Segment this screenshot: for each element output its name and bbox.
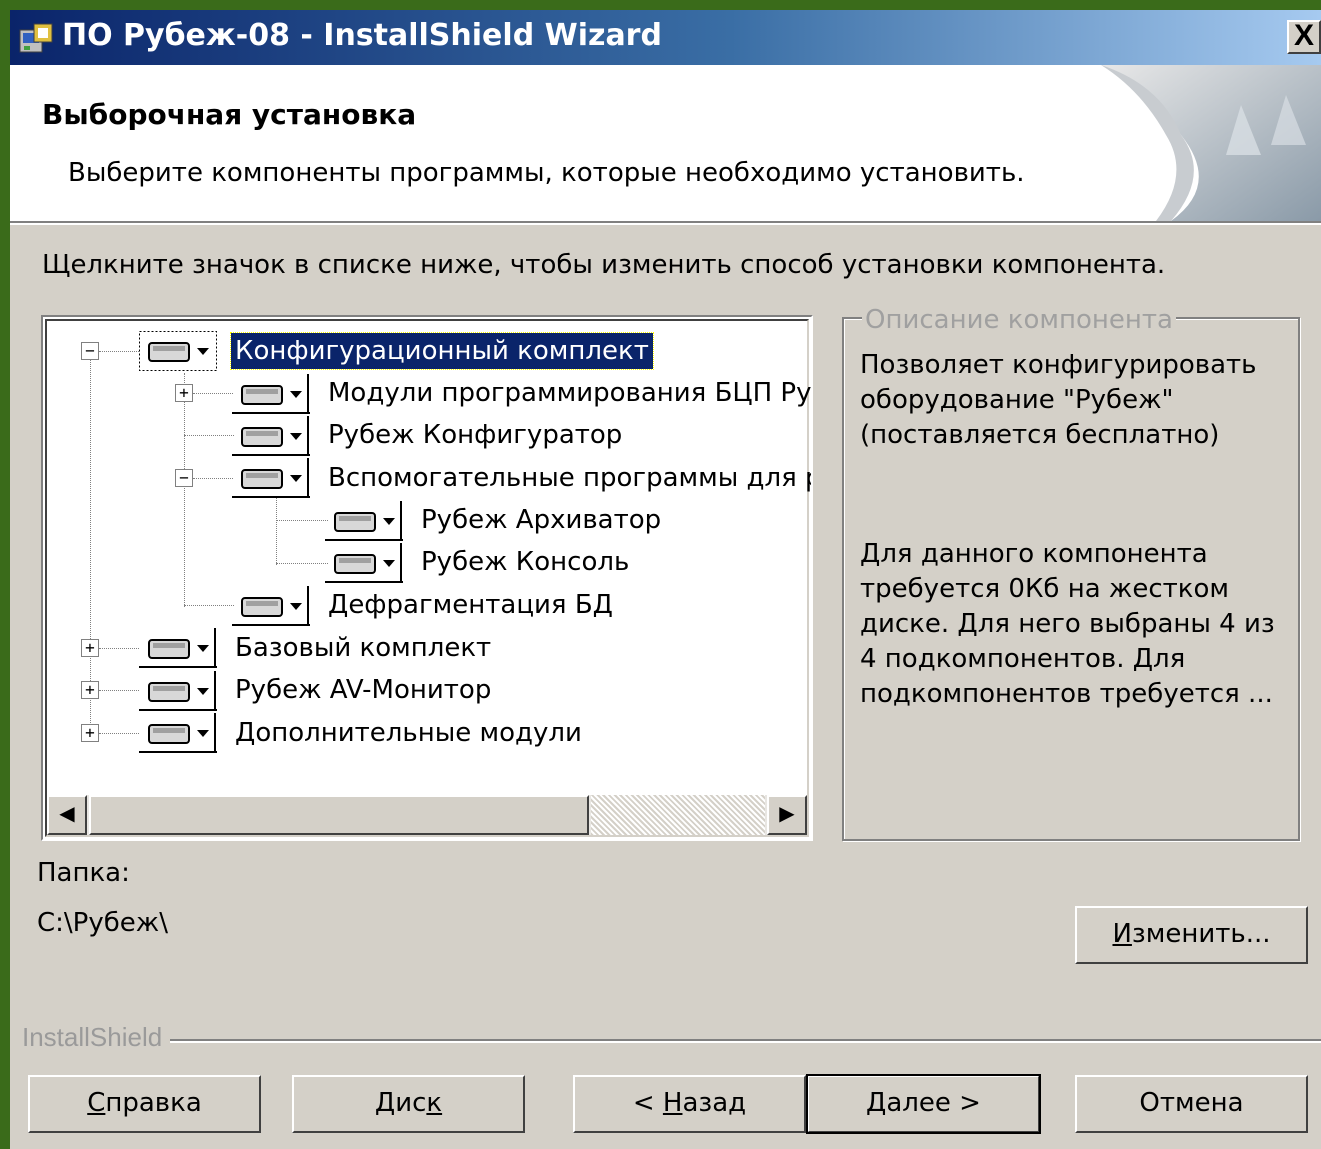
header-banner-image [1061, 65, 1321, 221]
cancel-button[interactable]: Отмена [1075, 1075, 1308, 1133]
description-legend: Описание компонента [862, 305, 1176, 335]
back-button[interactable]: < Назад [573, 1075, 806, 1133]
horizontal-scrollbar[interactable]: ◀ ▶ [47, 795, 807, 835]
collapse-icon[interactable]: − [175, 469, 193, 487]
scroll-right-arrow-icon[interactable]: ▶ [767, 795, 807, 835]
folder-label: Папка: [37, 858, 130, 888]
next-button[interactable]: Далее > [806, 1074, 1041, 1134]
tree-item-label[interactable]: Дефрагментация БД [324, 587, 617, 623]
header-divider [10, 221, 1321, 225]
tree-item-label[interactable]: Модули программирования БЦП Руб [324, 375, 811, 411]
close-button[interactable]: X [1287, 20, 1321, 54]
brand-divider [22, 1039, 1321, 1043]
page-title: Выборочная установка [42, 98, 417, 131]
tree-connector [184, 373, 185, 607]
scrollbar-track[interactable] [591, 795, 765, 835]
button-accelerator: И [1112, 919, 1132, 949]
button-text: < [632, 1088, 663, 1118]
expand-icon[interactable]: + [81, 681, 99, 699]
button-accelerator: Д [866, 1088, 887, 1118]
tree-item-label[interactable]: Базовый комплект [231, 630, 495, 666]
header-panel: Выборочная установка Выберите компоненты… [10, 65, 1321, 221]
disk-button[interactable]: Диск [292, 1075, 525, 1133]
button-text: Дис [374, 1088, 427, 1118]
install-state-dropdown-icon[interactable] [139, 628, 217, 668]
tree-item-label[interactable]: Рубеж Конфигуратор [324, 417, 626, 453]
page-subtitle: Выберите компоненты программы, которые н… [68, 158, 1025, 188]
button-text: зменить... [1131, 919, 1271, 949]
button-text: правка [105, 1088, 202, 1118]
description-text: Позволяет конфигурировать оборудование "… [860, 350, 1257, 450]
tree-item-label[interactable]: Дополнительные модули [231, 715, 586, 751]
tree-connector [99, 351, 139, 352]
installer-app-icon [19, 23, 53, 53]
install-state-dropdown-icon[interactable] [139, 331, 217, 371]
tree-connector [193, 393, 233, 394]
description-size-text: Для данного компонента требуется 0Кб на … [860, 539, 1275, 709]
install-state-dropdown-icon[interactable] [325, 501, 403, 541]
install-state-dropdown-icon[interactable] [325, 543, 403, 583]
expand-icon[interactable]: + [81, 724, 99, 742]
installer-window: ПО Рубеж-08 - InstallShield Wizard X Выб… [10, 10, 1321, 1149]
instruction-text: Щелкните значок в списке ниже, чтобы изм… [42, 250, 1166, 280]
scrollbar-thumb[interactable] [89, 795, 589, 835]
install-state-dropdown-icon[interactable] [139, 671, 217, 711]
expand-icon[interactable]: + [175, 384, 193, 402]
button-text: азад [682, 1088, 747, 1118]
scroll-left-arrow-icon[interactable]: ◀ [47, 795, 87, 835]
feature-tree[interactable]: − Конфигурационный комплект + Модули про… [41, 315, 813, 841]
tree-connector [184, 435, 234, 436]
button-accelerator: С [87, 1088, 106, 1118]
tree-connector [99, 648, 139, 649]
tree-item-label[interactable]: Конфигурационный комплект [230, 332, 654, 370]
tree-item-label[interactable]: Рубеж Архиватор [417, 502, 665, 538]
tree-item-label[interactable]: Рубеж Консоль [417, 544, 633, 580]
tree-connector [90, 351, 91, 723]
folder-path: C:\Рубеж\ [37, 908, 168, 938]
collapse-icon[interactable]: − [81, 342, 99, 360]
install-state-dropdown-icon[interactable] [232, 586, 310, 626]
title-bar[interactable]: ПО Рубеж-08 - InstallShield Wizard X [10, 10, 1321, 65]
tree-connector [99, 733, 139, 734]
installshield-brand: InstallShield [22, 1022, 171, 1053]
install-state-dropdown-icon[interactable] [232, 374, 310, 414]
install-state-dropdown-icon[interactable] [139, 713, 217, 753]
expand-icon[interactable]: + [81, 639, 99, 657]
tree-connector [276, 497, 277, 565]
change-folder-button[interactable]: Изменить... [1075, 906, 1308, 964]
button-text: Отмена [1139, 1088, 1244, 1118]
button-text: алее > [886, 1088, 981, 1118]
help-button[interactable]: Справка [28, 1075, 261, 1133]
tree-connector [276, 563, 328, 564]
install-state-dropdown-icon[interactable] [232, 416, 310, 456]
tree-connector [193, 478, 233, 479]
button-accelerator: Н [662, 1088, 683, 1118]
tree-connector [99, 690, 139, 691]
tree-item-label[interactable]: Вспомогательные программы для р. [324, 460, 811, 496]
button-accelerator: к [426, 1088, 443, 1118]
tree-item-label[interactable]: Рубеж AV-Монитор [231, 672, 495, 708]
tree-connector [184, 605, 234, 606]
install-state-dropdown-icon[interactable] [232, 458, 310, 498]
tree-connector [276, 520, 328, 521]
window-title: ПО Рубеж-08 - InstallShield Wizard [62, 18, 662, 53]
